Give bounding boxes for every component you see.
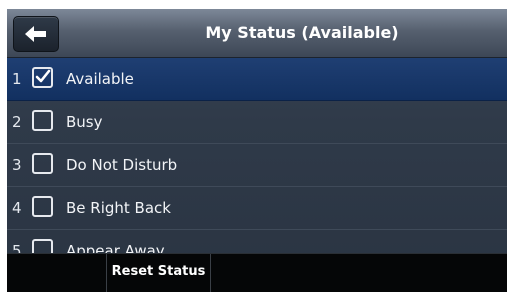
checkbox[interactable] — [32, 110, 53, 131]
back-button[interactable] — [13, 16, 59, 52]
status-list: 1 Available 2 Busy 3 Do Not Disturb 4 Be… — [7, 58, 507, 273]
status-item-busy[interactable]: 2 Busy — [7, 101, 507, 144]
item-number: 3 — [12, 156, 22, 174]
item-label: Be Right Back — [66, 199, 171, 217]
page-title: My Status (Available) — [205, 23, 399, 42]
softkey-3[interactable] — [211, 254, 507, 292]
checkbox-checked[interactable] — [32, 67, 53, 88]
checkmark-icon — [35, 69, 51, 83]
item-number: 4 — [12, 199, 22, 217]
softkey-bar: Reset Status — [7, 253, 507, 292]
phone-screen: My Status (Available) 1 Available 2 Busy… — [7, 9, 507, 292]
status-item-be-right-back[interactable]: 4 Be Right Back — [7, 187, 507, 230]
checkbox[interactable] — [32, 153, 53, 174]
status-item-do-not-disturb[interactable]: 3 Do Not Disturb — [7, 144, 507, 187]
back-arrow-icon — [25, 26, 46, 42]
item-label: Available — [66, 70, 134, 88]
status-item-available[interactable]: 1 Available — [7, 58, 507, 101]
item-number: 2 — [12, 113, 22, 131]
item-number: 1 — [12, 70, 22, 88]
softkey-1[interactable] — [7, 254, 107, 292]
item-label: Do Not Disturb — [66, 156, 178, 174]
checkbox[interactable] — [32, 196, 53, 217]
reset-status-button[interactable]: Reset Status — [107, 254, 211, 292]
item-label: Busy — [66, 113, 103, 131]
title-bar: My Status (Available) — [7, 9, 507, 58]
